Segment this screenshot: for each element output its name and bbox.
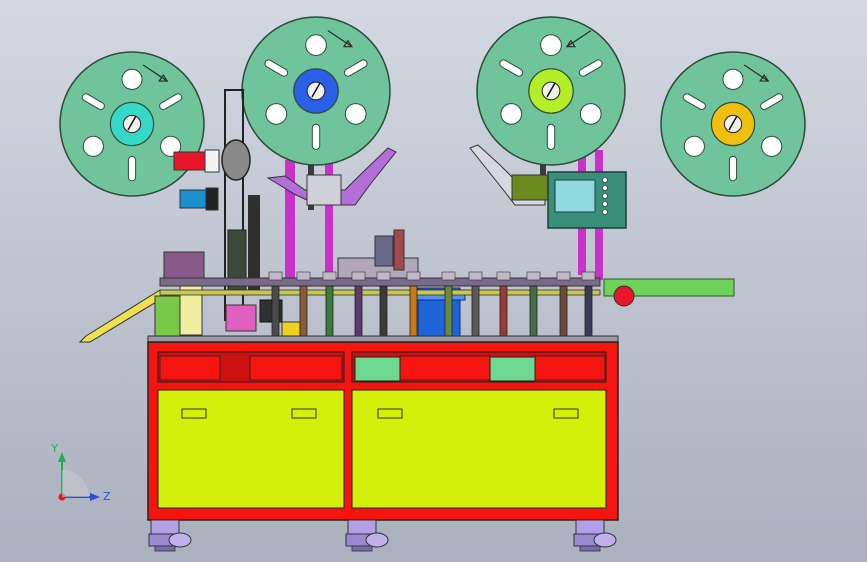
station-clamp <box>581 271 596 281</box>
station-clamp <box>268 271 283 281</box>
hmi-screen <box>554 179 596 213</box>
cross-bay-right <box>399 355 491 381</box>
station-column <box>529 285 538 337</box>
caster-wheel <box>168 532 192 548</box>
z-axis-label: Z <box>103 490 111 503</box>
station-clamp <box>496 271 511 281</box>
station-column <box>271 285 280 337</box>
reel-1 <box>59 51 205 197</box>
station-clamp <box>376 271 391 281</box>
press-cylinder <box>374 235 394 267</box>
leg-plate <box>575 519 605 535</box>
station-clamp <box>526 271 541 281</box>
reel-4 <box>660 51 806 197</box>
station-column <box>471 285 480 337</box>
y-axis-label: Y <box>50 442 58 455</box>
station-clamp <box>296 271 311 281</box>
station-clamp <box>556 271 571 281</box>
reel-hole <box>683 135 705 157</box>
outfeed-roller <box>613 285 635 307</box>
reel-hole <box>344 103 367 125</box>
cross-bay-right-2 <box>534 355 606 381</box>
reel-hole <box>722 68 744 90</box>
reel-3 <box>476 16 626 166</box>
drive-pulley <box>221 139 251 181</box>
feed-block-left <box>306 174 342 206</box>
drawer-left <box>354 356 401 382</box>
cad-viewport[interactable]: Y Z <box>0 0 867 562</box>
station-column <box>499 285 508 337</box>
station-clamp <box>441 271 456 281</box>
feed-block-right <box>511 174 549 201</box>
station-clamp <box>322 271 337 281</box>
caster-wheel <box>365 532 389 548</box>
reel-slot <box>546 123 556 150</box>
machine-frame <box>147 335 619 521</box>
cross-bay-left <box>159 355 221 381</box>
leveling-pad <box>579 545 601 552</box>
leg-plate <box>347 519 377 535</box>
station-clamp <box>351 271 366 281</box>
reel-hole <box>305 34 327 56</box>
reel-slot <box>728 155 738 182</box>
feeder-pink <box>225 304 257 332</box>
reel-2 <box>241 16 391 166</box>
station-column <box>584 285 593 337</box>
drawer-right <box>489 356 536 382</box>
station-clamp <box>468 271 483 281</box>
station-column <box>444 285 453 337</box>
panel-right <box>351 389 607 509</box>
station-column <box>409 285 418 337</box>
reel-slot <box>127 155 137 182</box>
reel-hole <box>82 135 104 157</box>
leg-plate <box>150 519 180 535</box>
leveling-pad <box>351 545 373 552</box>
station-column <box>559 285 568 337</box>
sensor-yellow <box>281 321 301 337</box>
caster-wheel <box>593 532 617 548</box>
station-column <box>379 285 388 337</box>
machine-drawing: Y Z <box>0 0 867 562</box>
motor-blue-cap <box>205 187 219 211</box>
motor-red-cap <box>204 149 220 173</box>
station-column <box>325 285 334 337</box>
reel-slot <box>311 123 321 150</box>
reel-hole <box>265 103 288 125</box>
station-clamp <box>406 271 421 281</box>
press-head <box>393 229 405 271</box>
station-column <box>299 285 308 337</box>
feeder-top <box>163 251 205 281</box>
panel-left <box>157 389 345 509</box>
leveling-pad <box>154 545 176 552</box>
cross-bay-left-2 <box>249 355 343 381</box>
station-column <box>354 285 363 337</box>
reel-hole <box>500 103 523 125</box>
reel-hole <box>121 68 143 90</box>
drive-column-2 <box>248 195 260 290</box>
reel-hole <box>540 34 562 56</box>
reel-hole <box>761 135 783 157</box>
hmi-panel <box>547 171 627 229</box>
reel-hole <box>579 103 602 125</box>
